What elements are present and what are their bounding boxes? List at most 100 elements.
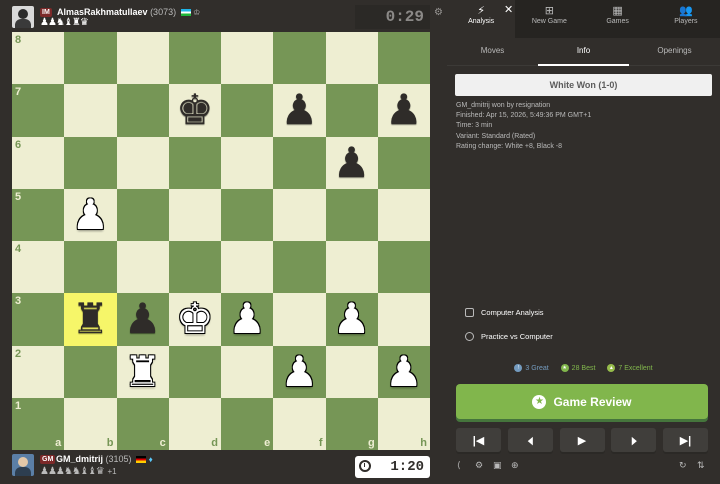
- top-player-name[interactable]: AlmasRakhmatullaev (3073) ♔: [57, 7, 200, 17]
- square-e4[interactable]: [221, 241, 274, 294]
- square-f7[interactable]: ♟: [273, 84, 326, 137]
- square-e3[interactable]: ♟: [221, 293, 274, 346]
- white-king-piece[interactable]: ♚: [176, 298, 214, 340]
- black-king-piece[interactable]: ♚: [176, 89, 214, 131]
- square-c1[interactable]: c: [116, 397, 169, 450]
- white-pawn-piece[interactable]: ♟: [228, 298, 266, 340]
- practice-link[interactable]: Practice vs Computer: [465, 332, 553, 341]
- square-f5[interactable]: [273, 188, 326, 241]
- square-b2[interactable]: [64, 345, 117, 398]
- tab-new-game[interactable]: ⊞ New Game: [515, 0, 583, 38]
- square-b5[interactable]: ♟: [64, 188, 117, 241]
- square-h8[interactable]: [377, 32, 430, 85]
- square-f1[interactable]: f: [273, 397, 326, 450]
- square-b1[interactable]: b: [64, 397, 117, 450]
- prev-move-button[interactable]: ◀: [507, 428, 553, 452]
- square-g4[interactable]: [325, 241, 378, 294]
- square-g3[interactable]: ♟: [325, 293, 378, 346]
- tab-games[interactable]: ▦ Games: [584, 0, 652, 38]
- tab-analysis[interactable]: ⚡ Analysis ✕: [447, 0, 516, 38]
- square-d2[interactable]: [168, 345, 221, 398]
- white-pawn-piece[interactable]: ♟: [333, 298, 371, 340]
- bottom-player-name[interactable]: GM_dmitrij (3105) ♦: [56, 454, 153, 464]
- square-c7[interactable]: [116, 84, 169, 137]
- square-a4[interactable]: 4: [12, 241, 65, 294]
- square-h6[interactable]: [377, 136, 430, 189]
- square-e8[interactable]: [221, 32, 274, 85]
- square-d5[interactable]: [168, 188, 221, 241]
- square-h1[interactable]: h: [377, 397, 430, 450]
- square-c6[interactable]: [116, 136, 169, 189]
- zoom-icon[interactable]: ⊕: [511, 460, 519, 471]
- bottom-player-username[interactable]: GM_dmitrij: [56, 454, 103, 464]
- square-h2[interactable]: ♟: [377, 345, 430, 398]
- square-b6[interactable]: [64, 136, 117, 189]
- square-b7[interactable]: [64, 84, 117, 137]
- square-g6[interactable]: ♟: [325, 136, 378, 189]
- square-f4[interactable]: [273, 241, 326, 294]
- game-review-button[interactable]: ★ Game Review: [456, 384, 708, 419]
- white-pawn-piece[interactable]: ♟: [385, 350, 423, 393]
- white-rook-piece[interactable]: ♜: [124, 350, 162, 393]
- square-h7[interactable]: ♟: [377, 84, 430, 137]
- close-icon[interactable]: ✕: [504, 3, 513, 16]
- chess-board[interactable]: 8 7 ♚ ♟ ♟ 6 ♟ 5 ♟ 4 3 ♜ ♟ ♚ ♟ ♟ 2 ♜ ♟ ♟ 1 a b c d e f g h: [12, 32, 430, 450]
- square-c3[interactable]: ♟: [116, 293, 169, 346]
- bottom-player-avatar[interactable]: [12, 454, 34, 476]
- square-a1[interactable]: 1a: [12, 397, 65, 450]
- square-d6[interactable]: [168, 136, 221, 189]
- square-b4[interactable]: [64, 241, 117, 294]
- square-d7[interactable]: ♚: [168, 84, 221, 137]
- square-a3[interactable]: 3: [12, 293, 65, 346]
- square-e6[interactable]: [221, 136, 274, 189]
- black-pawn-piece[interactable]: ♟: [333, 141, 371, 184]
- square-g5[interactable]: [325, 188, 378, 241]
- square-e1[interactable]: e: [221, 397, 274, 450]
- square-f6[interactable]: [273, 136, 326, 189]
- computer-analysis-link[interactable]: Computer Analysis: [465, 308, 544, 317]
- square-h5[interactable]: [377, 188, 430, 241]
- black-pawn-piece[interactable]: ♟: [124, 298, 162, 340]
- first-move-button[interactable]: |◀: [456, 428, 501, 452]
- next-move-button[interactable]: ▶: [611, 428, 657, 452]
- refresh-icon[interactable]: ↻: [679, 460, 687, 471]
- square-g1[interactable]: g: [325, 397, 378, 450]
- subtab-moves[interactable]: Moves: [447, 38, 538, 65]
- square-d8[interactable]: [168, 32, 221, 85]
- gear-icon[interactable]: ⚙: [434, 7, 443, 18]
- square-a7[interactable]: 7: [12, 84, 65, 137]
- black-rook-piece[interactable]: ♜: [72, 298, 110, 340]
- white-pawn-piece[interactable]: ♟: [72, 193, 110, 236]
- square-g7[interactable]: [325, 84, 378, 137]
- play-button[interactable]: ▶: [559, 428, 605, 452]
- square-e2[interactable]: [221, 345, 274, 398]
- top-player-avatar[interactable]: [12, 6, 34, 28]
- tab-players[interactable]: 👥 Players: [652, 0, 720, 38]
- square-f3[interactable]: [273, 293, 326, 346]
- top-player-username[interactable]: AlmasRakhmatullaev: [57, 7, 148, 17]
- square-d3[interactable]: ♚: [168, 293, 221, 346]
- square-h4[interactable]: [377, 241, 430, 294]
- square-g2[interactable]: [325, 345, 378, 398]
- subtab-info[interactable]: Info: [538, 38, 629, 66]
- flip-icon[interactable]: ⇅: [697, 460, 705, 471]
- square-a5[interactable]: 5: [12, 188, 65, 241]
- settings-board-icon[interactable]: ⚙: [475, 460, 483, 471]
- square-d4[interactable]: [168, 241, 221, 294]
- share-icon[interactable]: ⟨: [457, 460, 461, 471]
- subtab-openings[interactable]: Openings: [629, 38, 720, 65]
- square-a6[interactable]: 6: [12, 136, 65, 189]
- square-a2[interactable]: 2: [12, 345, 65, 398]
- square-h3[interactable]: [377, 293, 430, 346]
- black-pawn-piece[interactable]: ♟: [385, 89, 423, 131]
- black-pawn-piece[interactable]: ♟: [281, 89, 319, 131]
- square-c5[interactable]: [116, 188, 169, 241]
- square-e5[interactable]: [221, 188, 274, 241]
- last-move-button[interactable]: ▶|: [663, 428, 708, 452]
- square-e7[interactable]: [221, 84, 274, 137]
- image-icon[interactable]: ▣: [493, 460, 502, 471]
- square-c4[interactable]: [116, 241, 169, 294]
- square-g8[interactable]: [325, 32, 378, 85]
- square-c8[interactable]: [116, 32, 169, 85]
- square-f8[interactable]: [273, 32, 326, 85]
